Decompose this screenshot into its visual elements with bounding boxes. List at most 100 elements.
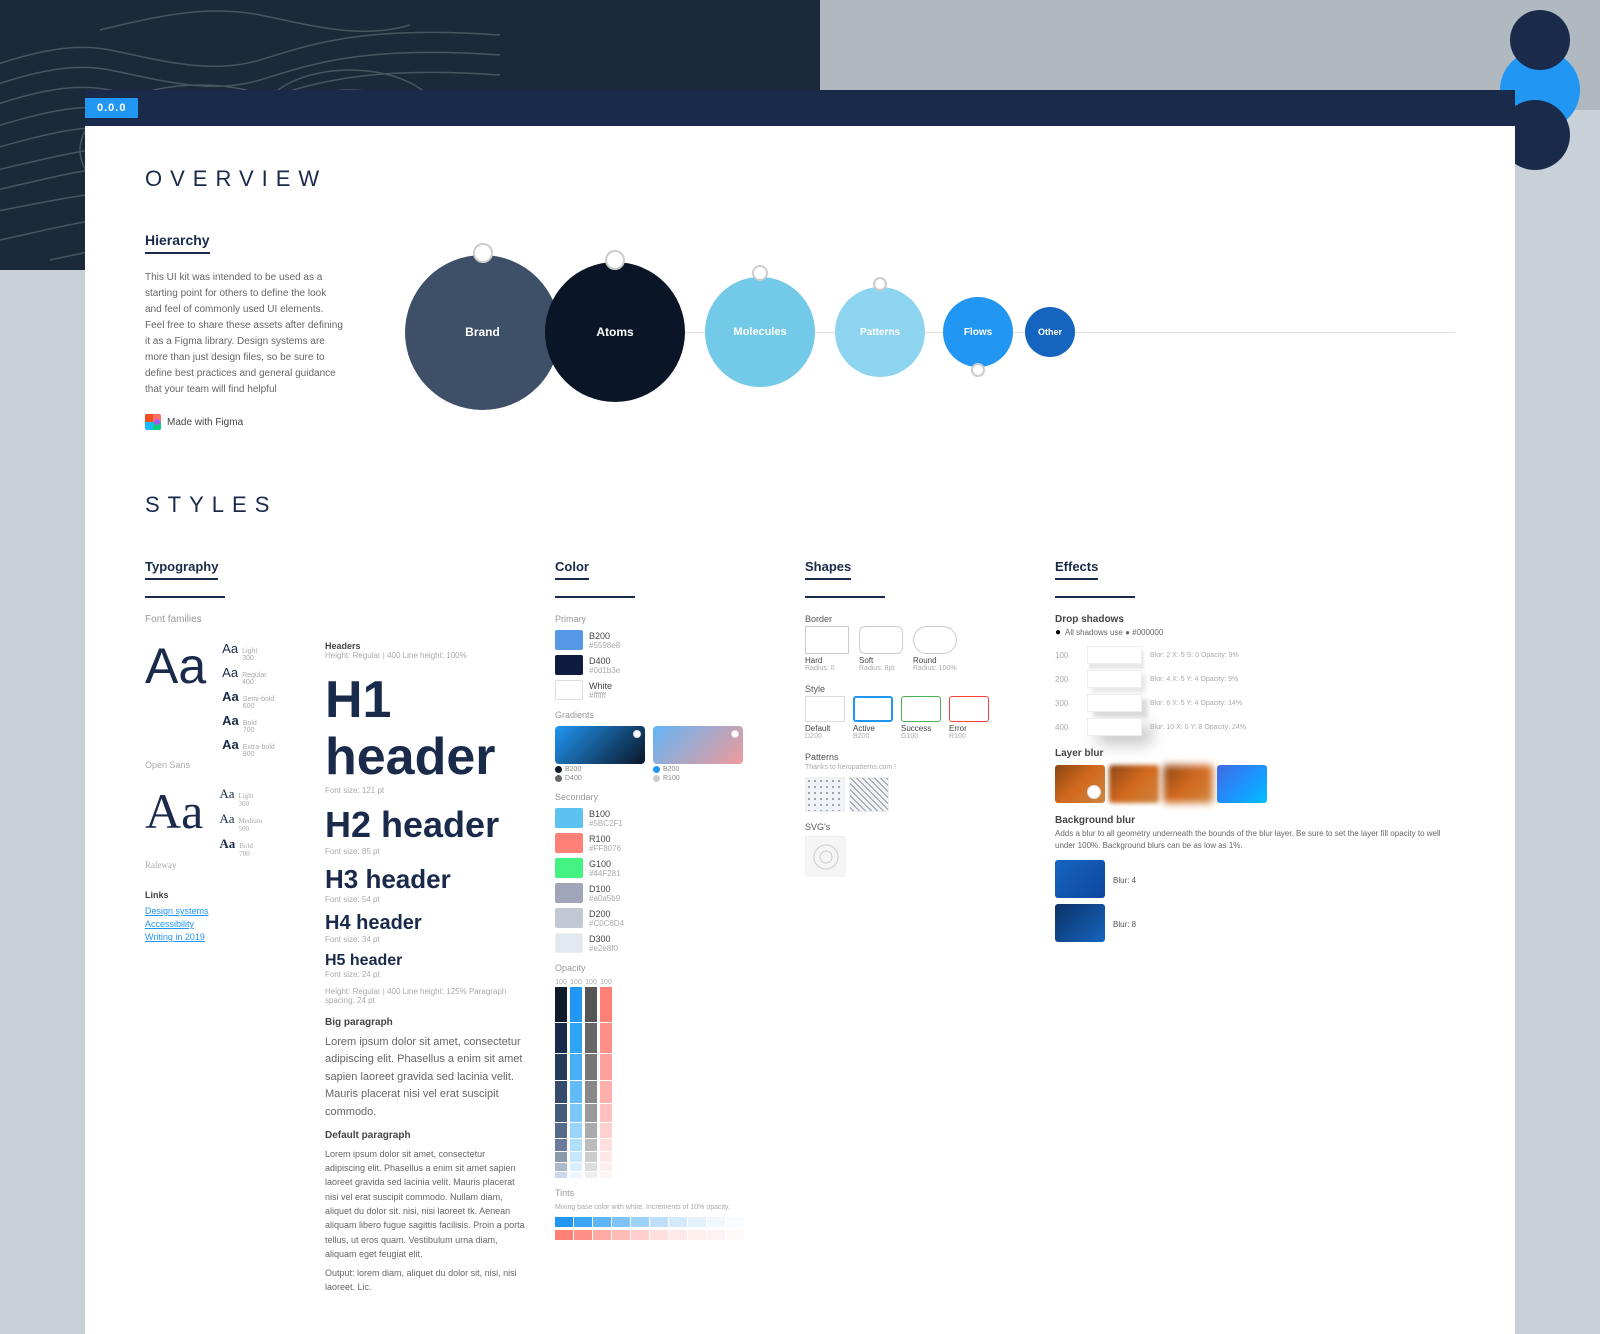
style-examples: Default D200 Active B200 Success G100 <box>805 696 1025 740</box>
border-soft-sublabel: Radius: 8pt <box>859 665 903 672</box>
swatch-d200: D200 #C0C8D4 <box>555 908 775 928</box>
open-sans-extrabold-label: Extra-bold900 <box>243 744 275 758</box>
bg-blur-label: Background blur <box>1055 815 1455 826</box>
op-b-20 <box>570 1163 582 1171</box>
h2-spec: Font size: 85 pt <box>325 847 525 856</box>
op-b-70 <box>570 1081 582 1103</box>
shadow-300-box <box>1087 694 1142 712</box>
swatch-d300-code: #e2e8f0 <box>589 944 618 953</box>
raleway-light-label: Light300 <box>238 792 253 808</box>
h4-spec: Font size: 34 pt <box>325 935 525 944</box>
bubble-flows-label: Flows <box>964 327 992 338</box>
content: OVERVIEW Hierarchy This UI kit was inten… <box>85 126 1515 1334</box>
swatch-d200-code: #C0C8D4 <box>589 919 624 928</box>
swatch-d100-code: #a0a5b9 <box>589 894 620 903</box>
header-height-spec: Height: Regular | 400 Line height: 100% <box>325 651 525 660</box>
gradients-label: Gradients <box>555 710 775 720</box>
bubble-atoms: Atoms <box>545 262 685 402</box>
variant-extrabold: Aa Extra-bold900 <box>222 737 275 758</box>
bubble-other: Other <box>1025 307 1075 357</box>
swatch-d400-color <box>555 655 583 675</box>
variant-bold: Aa Bold700 <box>222 713 275 734</box>
op-r-100 <box>600 987 612 1022</box>
op-d-70 <box>555 1081 567 1103</box>
tint-b-50 <box>650 1217 668 1227</box>
swatch-d300: D300 #e2e8f0 <box>555 933 775 953</box>
open-sans-light-label: Light300 <box>242 648 257 662</box>
raleway-name: Raleway <box>145 860 305 870</box>
big-paragraph-text: Lorem ipsum dolor sit amet, consectetur … <box>325 1034 525 1122</box>
drop-shadows-spec-text: All shadows use ● #000000 <box>1065 628 1163 637</box>
opacity-gray-header: 100 <box>585 979 597 986</box>
blur-thumb-2-wrap <box>1109 765 1159 803</box>
typography-label: Typography <box>145 559 218 580</box>
h1-header: H1 header <box>325 672 525 786</box>
swatch-g100: G100 #44F281 <box>555 858 775 878</box>
grad2-dot-l <box>653 775 660 782</box>
tint-b-10 <box>726 1217 744 1227</box>
op-g-40 <box>585 1139 597 1151</box>
op-g-50 <box>585 1123 597 1138</box>
shadow-200-row: 200 Blur: 4 X: 5 Y: 4 Opacity: 9% <box>1055 670 1455 688</box>
style-default-label: Default <box>805 724 845 733</box>
tint-b-40 <box>669 1217 687 1227</box>
shadow-100-row: 100 Blur: 2 X: 5 S: 0 Opacity: 9% <box>1055 646 1455 664</box>
typography-col: Typography Font families Aa <box>145 558 525 1294</box>
op-d-20 <box>555 1163 567 1171</box>
swatch-white-code: #ffffff <box>589 691 612 700</box>
border-soft-label: Soft <box>859 656 903 665</box>
shadow-200-box <box>1087 670 1142 688</box>
tint-b-60 <box>631 1217 649 1227</box>
grad2-label-l: R100 <box>663 775 680 782</box>
op-r-10 <box>600 1172 612 1178</box>
swatch-d200-color <box>555 908 583 928</box>
swatch-white-name: White <box>589 681 612 691</box>
variant-semibold: Aa Semi-bold600 <box>222 689 275 710</box>
tint-r-80 <box>593 1230 611 1240</box>
op-g-80 <box>585 1054 597 1080</box>
open-sans-semibold-label: Semi-bold600 <box>243 696 275 710</box>
tint-r-50 <box>650 1230 668 1240</box>
op-r-60 <box>600 1104 612 1122</box>
tint-r-30 <box>688 1230 706 1240</box>
op-r-20 <box>600 1163 612 1171</box>
open-sans-regular-sample: Aa <box>222 665 238 680</box>
link-writing[interactable]: Writing in 2019 <box>145 932 305 942</box>
tint-b-20 <box>707 1217 725 1227</box>
op-b-40 <box>570 1139 582 1151</box>
op-d-100 <box>555 987 567 1022</box>
opacity-red-col: 100 <box>600 979 612 1178</box>
swatch-b200: B200 #5598e8 <box>555 630 775 650</box>
raleway-variants: Aa Light300 Aa Medium500 Aa <box>219 786 262 858</box>
swatch-g100-code: #44F281 <box>589 869 621 878</box>
fonts-column: Aa Aa Light300 Aa Regular400 <box>145 641 305 1294</box>
border-hard-label: Hard <box>805 656 849 665</box>
style-default-sublabel: D200 <box>805 733 845 740</box>
bubble-molecules: Molecules <box>705 277 815 387</box>
font-families-label: Font families <box>145 614 525 625</box>
raleway-big-sample: Aa <box>145 786 203 836</box>
big-paragraph-label: Big paragraph <box>325 1017 525 1028</box>
open-sans-extrabold-sample: Aa <box>222 737 239 752</box>
hierarchy-left: Hierarchy This UI kit was intended to be… <box>145 232 345 432</box>
op-d-10 <box>555 1172 567 1178</box>
swatch-g100-color <box>555 858 583 878</box>
tint-b-90 <box>574 1217 592 1227</box>
styles-title: STYLES <box>145 492 1455 518</box>
open-sans-bold-sample: Aa <box>222 713 239 728</box>
grad-dot-mid <box>555 775 562 782</box>
links-header: Links <box>145 890 305 900</box>
bubble-other-label: Other <box>1038 327 1062 337</box>
op-b-90 <box>570 1023 582 1053</box>
tints-label: Tints <box>555 1188 775 1198</box>
border-hard-item: Hard Radius: 0 <box>805 626 849 672</box>
blur-thumb-4-wrap <box>1217 765 1267 803</box>
bg-blur-4-label: Blur: 4 <box>1113 876 1136 885</box>
h3-header: H3 header <box>325 864 525 895</box>
link-design-systems[interactable]: Design systems <box>145 906 305 916</box>
link-accessibility[interactable]: Accessibility <box>145 919 305 929</box>
tint-b-70 <box>612 1217 630 1227</box>
style-default-item: Default D200 <box>805 696 845 740</box>
version-badge: 0.0.0 <box>85 98 138 118</box>
tint-r-10 <box>726 1230 744 1240</box>
